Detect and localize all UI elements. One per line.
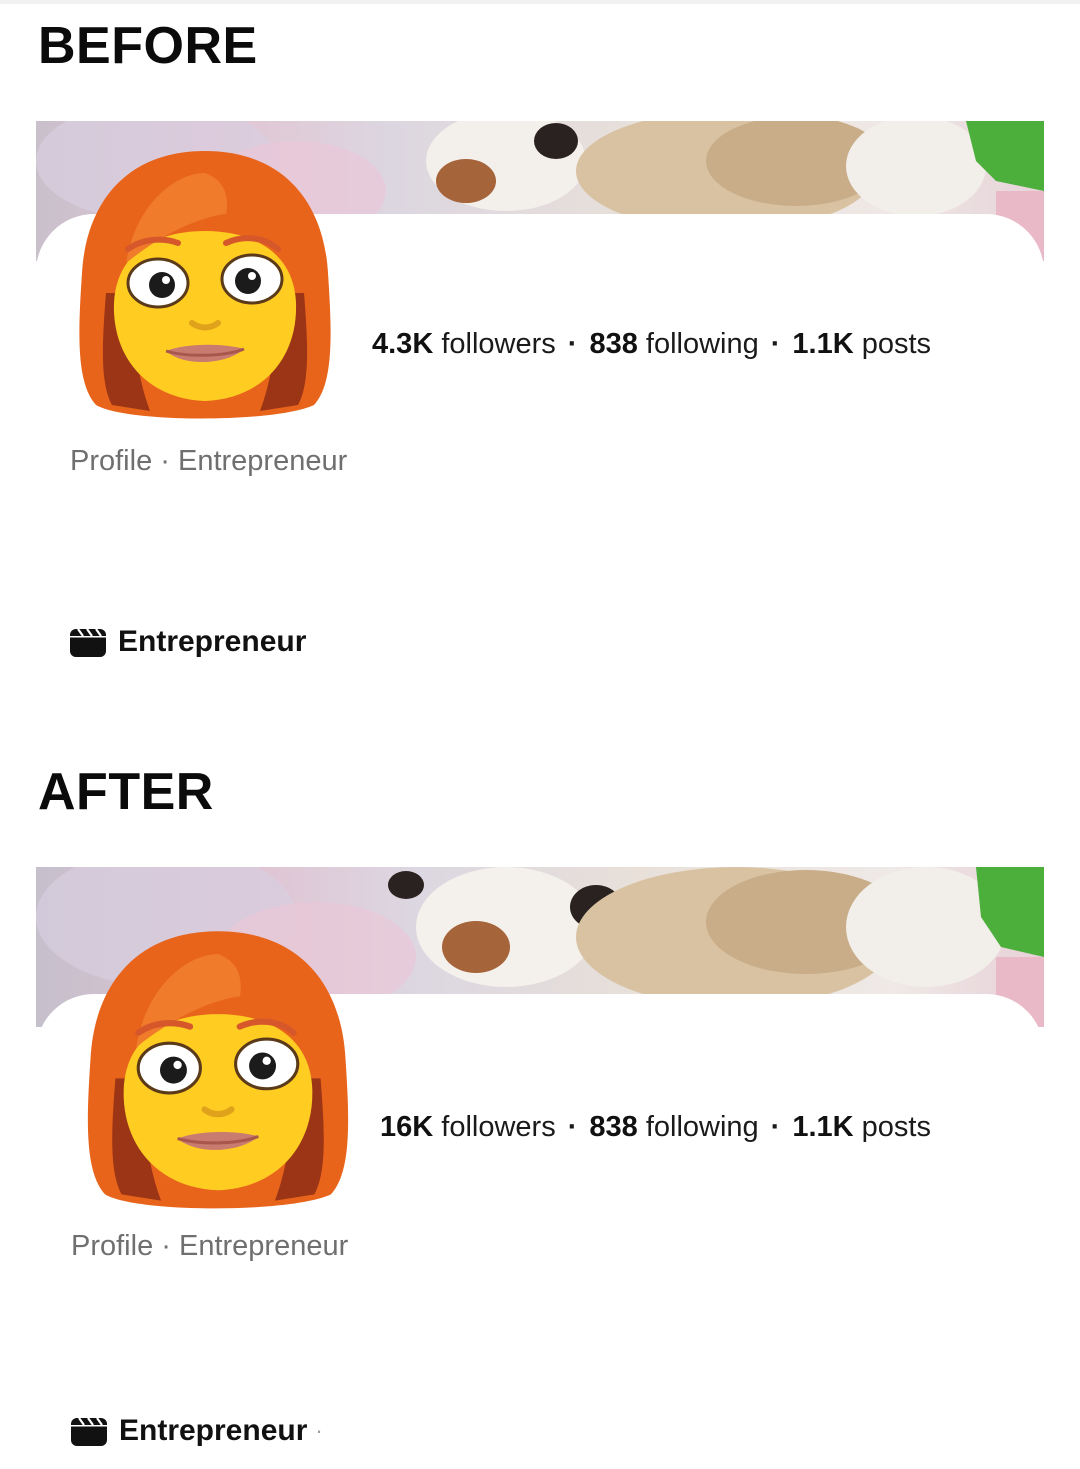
top-divider xyxy=(0,0,1080,4)
category-label: Entrepreneur xyxy=(118,625,307,658)
before-profile-subtitle: Profile · Entrepreneur xyxy=(70,445,348,477)
trailing-separator: · xyxy=(315,1418,323,1443)
clapperboard-icon xyxy=(70,628,106,657)
before-avatar-icon[interactable] xyxy=(66,143,344,421)
category-label: Entrepreneur xyxy=(119,1414,308,1447)
separator: · xyxy=(567,1111,578,1143)
before-category-row[interactable]: Entrepreneur xyxy=(70,627,306,657)
followers-stat[interactable]: 16K followers xyxy=(380,1111,556,1143)
posts-stat: 1.1K posts xyxy=(792,328,932,360)
before-stats-row: 4.3K followers · 838 following · 1.1K posts xyxy=(372,330,931,359)
separator: · xyxy=(770,328,781,360)
followers-stat[interactable]: 4.3K followers xyxy=(372,328,556,360)
after-avatar-icon[interactable] xyxy=(74,922,362,1212)
posts-stat: 1.1K posts xyxy=(792,1111,931,1143)
after-profile-subtitle: Profile · Entrepreneur xyxy=(71,1230,349,1262)
following-stat[interactable]: 838 following xyxy=(589,1111,758,1143)
after-category-row[interactable]: Entrepreneur · xyxy=(71,1416,323,1446)
before-heading: BEFORE xyxy=(38,17,258,75)
after-stats-row: 16K followers · 838 following · 1.1K posts xyxy=(380,1113,931,1142)
separator: · xyxy=(567,328,578,360)
after-heading: AFTER xyxy=(38,763,214,821)
separator: · xyxy=(770,1111,781,1143)
clapperboard-icon xyxy=(71,1417,107,1446)
following-stat[interactable]: 838 following xyxy=(589,328,758,360)
